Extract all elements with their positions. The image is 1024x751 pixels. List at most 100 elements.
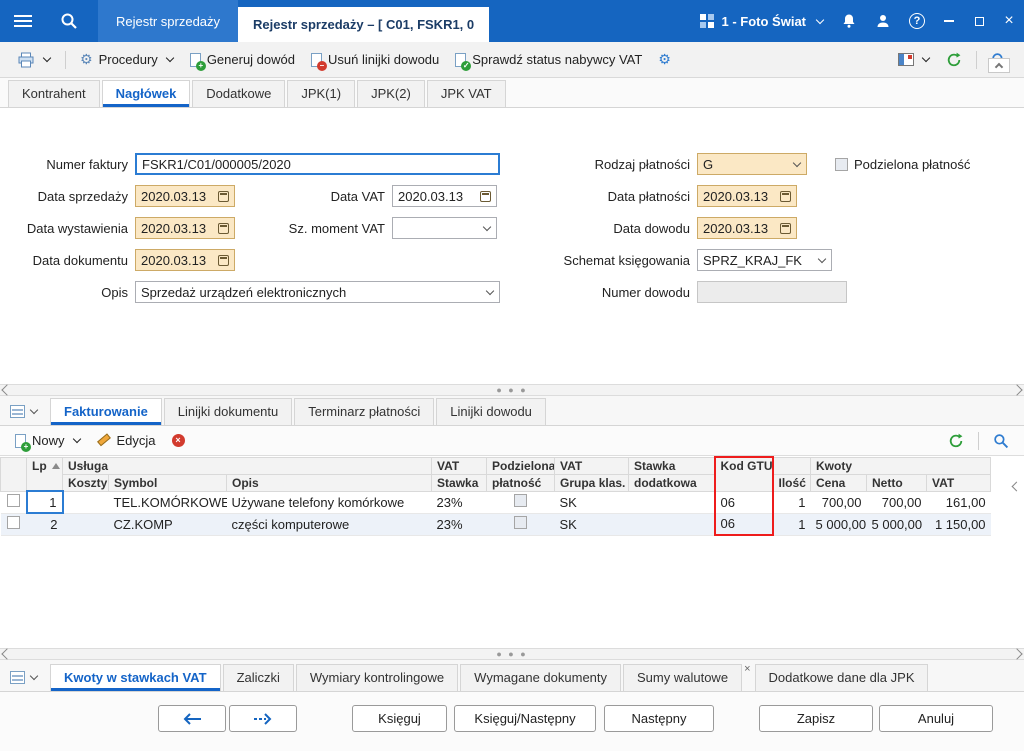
- close-button[interactable]: ×: [994, 0, 1024, 42]
- notifications-button[interactable]: [832, 0, 866, 42]
- cell-cena[interactable]: 700,00: [810, 491, 867, 514]
- cell-grupa-klas[interactable]: SK: [554, 513, 629, 536]
- cell-koszty[interactable]: [62, 491, 109, 514]
- cell-lp[interactable]: 2: [26, 513, 63, 536]
- calendar-icon[interactable]: [218, 190, 229, 202]
- header-usluga-group[interactable]: Usługa: [61, 456, 433, 475]
- sprawdz-vat-button[interactable]: ✓ Sprawdź status nabywcy VAT: [448, 48, 649, 71]
- table-row[interactable]: 1 TEL.KOMÓRKOWE Używane telefony komórko…: [0, 490, 991, 514]
- header-grupa-klas[interactable]: Grupa klas.: [554, 473, 630, 492]
- window-tab-rejestr[interactable]: Rejestr sprzedaży: [98, 0, 239, 42]
- header-kwoty-group[interactable]: Kwoty: [810, 456, 992, 475]
- column-chooser-button[interactable]: [1011, 478, 1022, 493]
- view-chooser-button[interactable]: [8, 401, 44, 425]
- cell-grupa-klas[interactable]: SK: [554, 491, 629, 514]
- scroll-left-icon[interactable]: [1, 384, 13, 396]
- cell-stawka[interactable]: 23%: [431, 491, 487, 514]
- collapse-panel-button[interactable]: [988, 58, 1010, 73]
- header-kod-gtu[interactable]: Kod GTU: [713, 456, 774, 492]
- scroll-right-icon[interactable]: [1011, 384, 1023, 396]
- splitter-grip[interactable]: ● ● ●: [496, 649, 527, 659]
- grid-settings-button[interactable]: [891, 49, 937, 70]
- header-vat-col[interactable]: VAT: [926, 473, 992, 492]
- cell-vat[interactable]: 1 150,00: [926, 513, 991, 536]
- tab-jpk2[interactable]: JPK(2): [357, 80, 425, 107]
- rodzaj-platnosci-select[interactable]: G: [697, 153, 807, 175]
- data-sprzedazy-input[interactable]: 2020.03.13: [135, 185, 235, 207]
- cell-ilosc[interactable]: 1: [772, 513, 811, 536]
- tab-linijki-dokumentu[interactable]: Linijki dokumentu: [163, 398, 293, 425]
- cell-netto[interactable]: 700,00: [866, 491, 927, 514]
- cell-select[interactable]: [0, 513, 27, 536]
- cell-kod-gtu[interactable]: 06: [713, 513, 774, 536]
- next-record-button[interactable]: [229, 705, 297, 732]
- tab-terminarz-platnosci[interactable]: Terminarz płatności: [294, 398, 435, 425]
- nastepny-button[interactable]: Następny: [604, 705, 714, 732]
- tab-wymiary-kontrolingowe[interactable]: Wymiary kontrolingowe: [295, 664, 459, 691]
- podzielona-platnosc-checkbox[interactable]: [835, 157, 848, 171]
- header-dodatkowa[interactable]: dodatkowa: [628, 473, 716, 492]
- tab-zaliczki[interactable]: Zaliczki: [222, 664, 294, 691]
- cell-symbol[interactable]: TEL.KOMÓRKOWE: [108, 491, 227, 514]
- cell-koszty[interactable]: [62, 513, 109, 536]
- data-wystawienia-input[interactable]: 2020.03.13: [135, 217, 235, 239]
- row-select-checkbox[interactable]: [7, 516, 20, 529]
- cell-opis[interactable]: Używane telefony komórkowe: [226, 491, 432, 514]
- header-podzielona[interactable]: Podzielona: [486, 456, 556, 475]
- minimize-button[interactable]: [934, 0, 964, 42]
- tab-naglowek[interactable]: Nagłówek: [101, 80, 191, 107]
- cell-netto[interactable]: 5 000,00: [866, 513, 927, 536]
- cell-ilosc[interactable]: 1: [772, 491, 811, 514]
- calendar-icon[interactable]: [780, 190, 791, 202]
- data-dowodu-input[interactable]: 2020.03.13: [697, 217, 797, 239]
- procedury-button[interactable]: ⚙ Procedury: [73, 48, 181, 71]
- grid-search-button[interactable]: [986, 429, 1016, 453]
- tab-sumy-walutowe[interactable]: Sumy walutowe: [623, 664, 743, 691]
- header-symbol[interactable]: Symbol: [108, 473, 227, 492]
- cell-vat[interactable]: 161,00: [926, 491, 991, 514]
- user-button[interactable]: [866, 0, 900, 42]
- tab-fakturowanie[interactable]: Fakturowanie: [50, 398, 162, 425]
- ksieguj-button[interactable]: Księguj: [352, 705, 447, 732]
- header-platnosc-sub[interactable]: płatność: [486, 473, 556, 492]
- grid-refresh-button[interactable]: [941, 429, 971, 453]
- cell-podzielona[interactable]: [486, 491, 555, 514]
- header-stawka-sub[interactable]: Stawka: [431, 473, 488, 492]
- header-opis[interactable]: Opis: [225, 473, 433, 492]
- podzielona-checkbox[interactable]: [514, 494, 528, 507]
- ksieguj-nastepny-button[interactable]: Księguj/Następny: [454, 705, 596, 732]
- cell-select[interactable]: [0, 491, 27, 514]
- horizontal-scrollbar[interactable]: ● ● ●: [0, 384, 1024, 396]
- header-cena[interactable]: Cena: [810, 473, 868, 492]
- header-vat-group2[interactable]: VAT: [554, 456, 630, 475]
- cell-lp[interactable]: 1: [25, 490, 64, 514]
- header-lp[interactable]: Lp: [26, 456, 63, 492]
- help-button[interactable]: ?: [900, 0, 934, 42]
- settings-gear-button[interactable]: ⚙: [651, 49, 678, 71]
- tab-dodatkowe[interactable]: Dodatkowe: [192, 80, 286, 107]
- splitter-grip[interactable]: ● ● ●: [496, 385, 527, 395]
- tab-jpk-vat[interactable]: JPK VAT: [426, 80, 506, 107]
- tabstrip-close-icon[interactable]: ×: [744, 663, 750, 675]
- view-chooser-button[interactable]: [8, 667, 44, 691]
- header-ilosc[interactable]: Ilość: [772, 473, 812, 492]
- maximize-button[interactable]: [964, 0, 994, 42]
- titlebar-search-button[interactable]: [46, 0, 92, 42]
- opis-select[interactable]: Sprzedaż urządzeń elektronicznych: [135, 281, 500, 303]
- scroll-left-icon[interactable]: [1, 648, 13, 660]
- zapisz-button[interactable]: Zapisz: [759, 705, 873, 732]
- cell-stawka[interactable]: 23%: [431, 513, 487, 536]
- row-select-checkbox[interactable]: [6, 494, 20, 507]
- data-vat-input[interactable]: 2020.03.13: [392, 185, 497, 207]
- refresh-button[interactable]: [939, 48, 969, 72]
- tab-dodatkowe-dane-jpk[interactable]: Dodatkowe dane dla JPK: [754, 664, 929, 691]
- podzielona-checkbox[interactable]: [514, 516, 528, 529]
- anuluj-button[interactable]: Anuluj: [879, 705, 993, 732]
- sz-moment-vat-select[interactable]: [392, 217, 497, 239]
- header-netto[interactable]: Netto: [866, 473, 928, 492]
- cell-opis[interactable]: części komputerowe: [226, 513, 432, 536]
- tab-kwoty-w-stawkach-vat[interactable]: Kwoty w stawkach VAT: [50, 664, 221, 691]
- schemat-ksiegowania-select[interactable]: SPRZ_KRAJ_FK: [697, 249, 832, 271]
- generuj-dowod-button[interactable]: + Generuj dowód: [183, 48, 302, 71]
- hamburger-menu-button[interactable]: [0, 0, 46, 42]
